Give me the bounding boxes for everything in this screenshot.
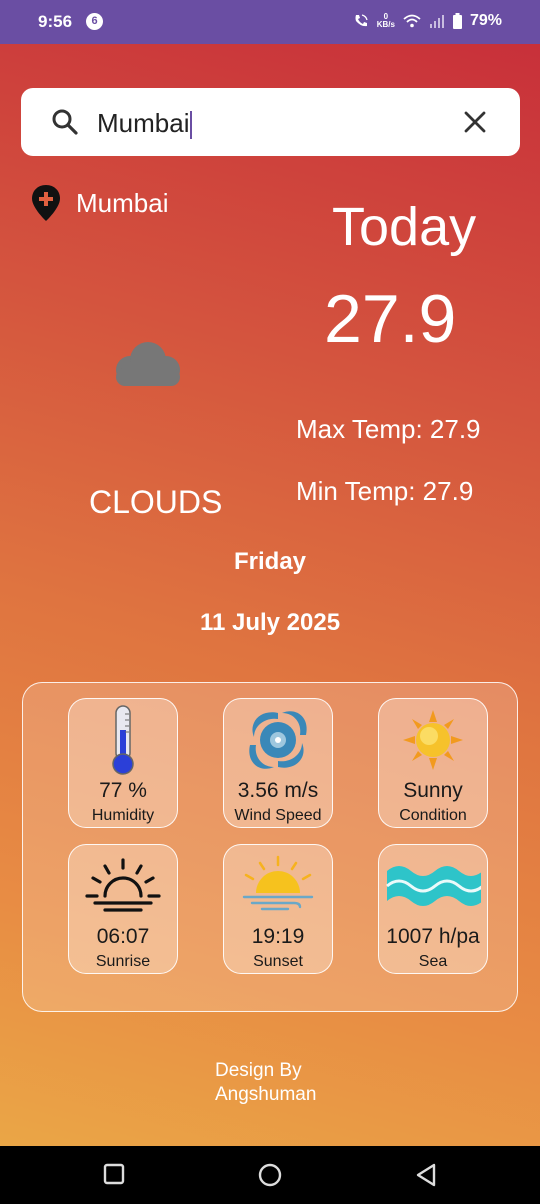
sunrise-card: 06:07 Sunrise — [68, 844, 178, 974]
cloud-icon — [116, 342, 180, 386]
date: 11 July 2025 — [199, 609, 341, 636]
battery-icon — [452, 13, 462, 29]
wind-speed-label: Wind Speed — [234, 807, 322, 824]
wind-speed-value: 3.56 m/s — [237, 779, 319, 802]
condition-value: Sunny — [403, 779, 463, 802]
weather-condition: CLOUDS — [89, 484, 223, 520]
sunset-value: 19:19 — [251, 925, 305, 948]
sea-value: 1007 h/pa — [386, 925, 480, 948]
home-button[interactable] — [258, 1163, 282, 1187]
location-pin-icon — [32, 185, 60, 221]
humidity-value: 77 % — [99, 779, 147, 802]
text-caret — [190, 111, 193, 140]
search-input[interactable]: Mumbai — [97, 108, 193, 140]
location-city: Mumbai — [76, 187, 169, 218]
network-speed-unit: KB/s — [376, 20, 395, 29]
sea-label: Sea — [418, 953, 448, 970]
status-bar: 9:56 6 0 KB/s 79% — [0, 0, 540, 44]
credit-line-2: Angshuman — [215, 1084, 317, 1105]
today-label: Today — [332, 197, 477, 257]
day-name: Friday — [233, 548, 307, 575]
details-panel: 77 % Humidity 3.56 m/s Wind Speed Sunny … — [22, 682, 518, 1012]
max-temp: Max Temp: 27.9 — [296, 414, 481, 444]
network-speed: 0 KB/s — [377, 13, 395, 29]
search-icon[interactable] — [51, 108, 79, 136]
credit: Design By Angshuman — [215, 1059, 316, 1107]
sunset-label: Sunset — [253, 953, 303, 970]
condition-label: Condition — [399, 807, 467, 824]
waves-icon — [386, 866, 481, 906]
sunset-card: 19:19 Sunset — [223, 844, 333, 974]
humidity-card: 77 % Humidity — [68, 698, 178, 828]
signal-icon — [429, 15, 444, 28]
battery-percent: 79% — [469, 12, 502, 29]
sunrise-value: 06:07 — [96, 925, 150, 948]
sunset-icon — [242, 855, 314, 911]
min-temp: Min Temp: 27.9 — [296, 476, 474, 506]
humidity-label: Humidity — [91, 807, 155, 824]
location: Mumbai — [30, 184, 168, 222]
cyclone-icon — [249, 711, 307, 769]
sunrise-label: Sunrise — [95, 953, 151, 970]
wifi-icon — [403, 14, 421, 28]
wifi-call-icon — [355, 14, 368, 27]
close-icon[interactable] — [463, 110, 487, 134]
status-time: 9:56 — [38, 12, 73, 31]
status-icons: 0 KB/s 79% — [353, 12, 502, 30]
condition-card: Sunny Condition — [378, 698, 488, 828]
recents-button[interactable] — [103, 1163, 125, 1185]
wind-speed-card: 3.56 m/s Wind Speed — [223, 698, 333, 828]
search-bar[interactable]: Mumbai — [21, 88, 520, 156]
thermometer-icon — [112, 705, 134, 775]
notification-badge: 6 — [86, 13, 103, 30]
sea-card: 1007 h/pa Sea — [378, 844, 488, 974]
navigation-bar — [0, 1146, 540, 1204]
weather-app: Mumbai Mumbai Today 27.9 Max Temp: 27.9 … — [0, 44, 540, 1146]
current-temperature: 27.9 — [324, 281, 457, 357]
credit-line-1: Design By — [215, 1060, 302, 1081]
sunrise-icon — [85, 858, 161, 912]
back-button[interactable] — [415, 1163, 437, 1187]
search-input-value: Mumbai — [97, 108, 190, 138]
sun-icon — [403, 710, 463, 770]
